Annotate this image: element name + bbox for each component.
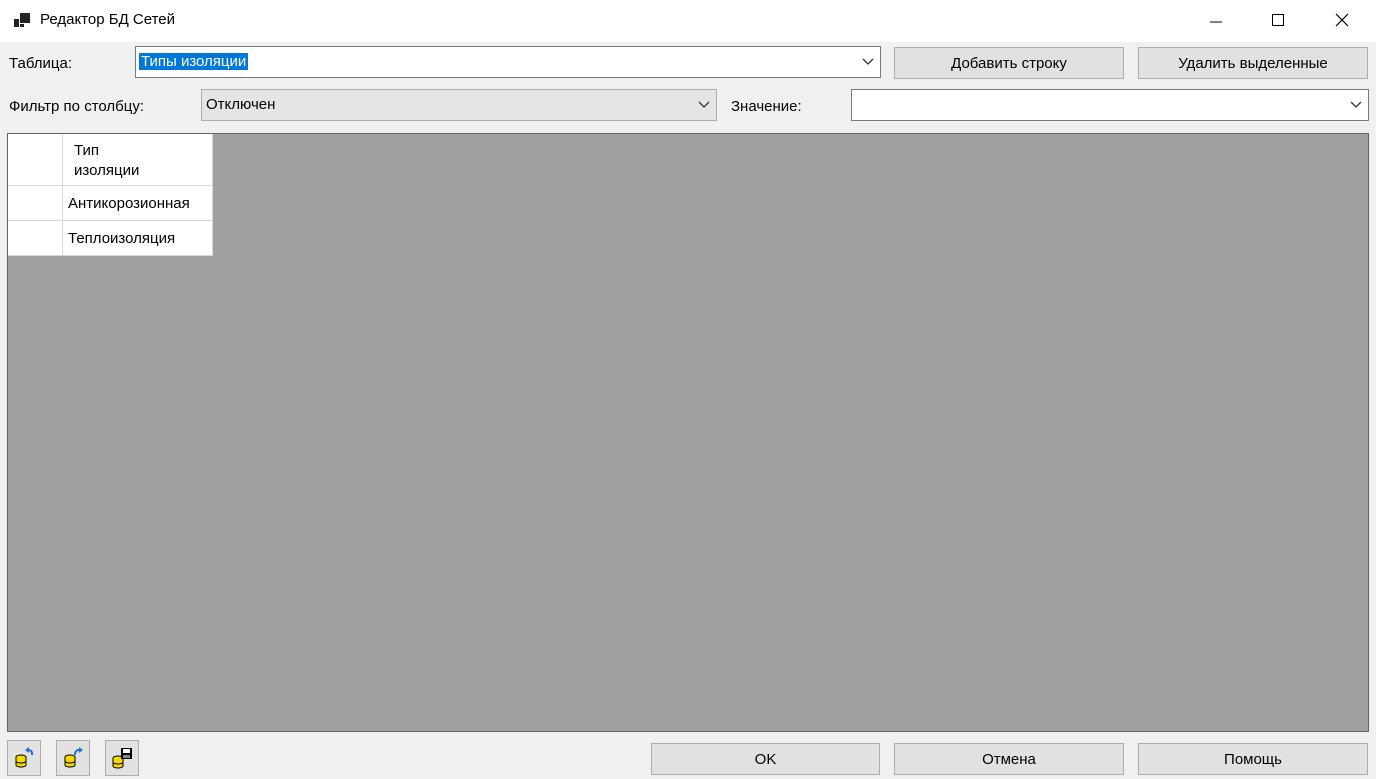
filter-column-combobox[interactable]: Отключен [201, 89, 717, 121]
add-row-button[interactable]: Добавить строку [894, 47, 1124, 79]
delete-selected-button[interactable]: Удалить выделенные [1138, 47, 1368, 79]
filter-column-value: Отключен [206, 96, 276, 113]
chevron-down-icon [862, 58, 874, 65]
help-button[interactable]: Помощь [1138, 743, 1368, 775]
close-icon [1335, 13, 1349, 27]
window-title: Редактор БД Сетей [40, 11, 176, 28]
db-redo-icon [64, 747, 83, 768]
close-button[interactable] [1310, 0, 1374, 40]
table-label: Таблица: [9, 55, 72, 72]
table-combobox-value: Типы изоляции [139, 53, 249, 70]
cancel-button[interactable]: Отмена [894, 743, 1124, 775]
column-header-line: Тип [74, 142, 100, 159]
db-undo-button[interactable] [7, 740, 41, 776]
data-grid[interactable]: Тип изоляции Антикорозионная Теплоизоляц… [7, 133, 1369, 732]
maximize-button[interactable] [1246, 0, 1310, 40]
table-combobox[interactable]: Типы изоляции [135, 46, 881, 78]
filter-value-combobox[interactable] [851, 89, 1369, 121]
row-header[interactable] [8, 186, 63, 221]
grid-cell-text: Теплоизоляция [68, 230, 176, 247]
db-save-icon [112, 748, 132, 769]
grid-corner-header[interactable] [8, 134, 63, 186]
chevron-down-icon [1350, 101, 1362, 108]
column-header-insulation-type[interactable]: Тип изоляции [63, 134, 213, 186]
value-label: Значение: [731, 98, 802, 115]
db-redo-button[interactable] [56, 740, 90, 776]
grid-cell[interactable]: Теплоизоляция [63, 221, 213, 256]
row-header[interactable] [8, 221, 63, 256]
app-window-icon [14, 13, 30, 27]
filter-label: Фильтр по столбцу: [9, 98, 145, 115]
ok-button[interactable]: OK [651, 743, 880, 775]
maximize-icon [1272, 14, 1284, 26]
grid-cell[interactable]: Антикорозионная [63, 186, 213, 221]
db-save-button[interactable] [105, 740, 139, 776]
db-undo-icon [15, 747, 34, 768]
column-header-line: изоляции [74, 162, 140, 179]
minimize-icon [1210, 21, 1222, 23]
minimize-button[interactable] [1184, 0, 1248, 40]
title-bar: Редактор БД Сетей [0, 0, 1376, 42]
grid-cell-text: Антикорозионная [68, 195, 190, 212]
chevron-down-icon [698, 101, 710, 108]
